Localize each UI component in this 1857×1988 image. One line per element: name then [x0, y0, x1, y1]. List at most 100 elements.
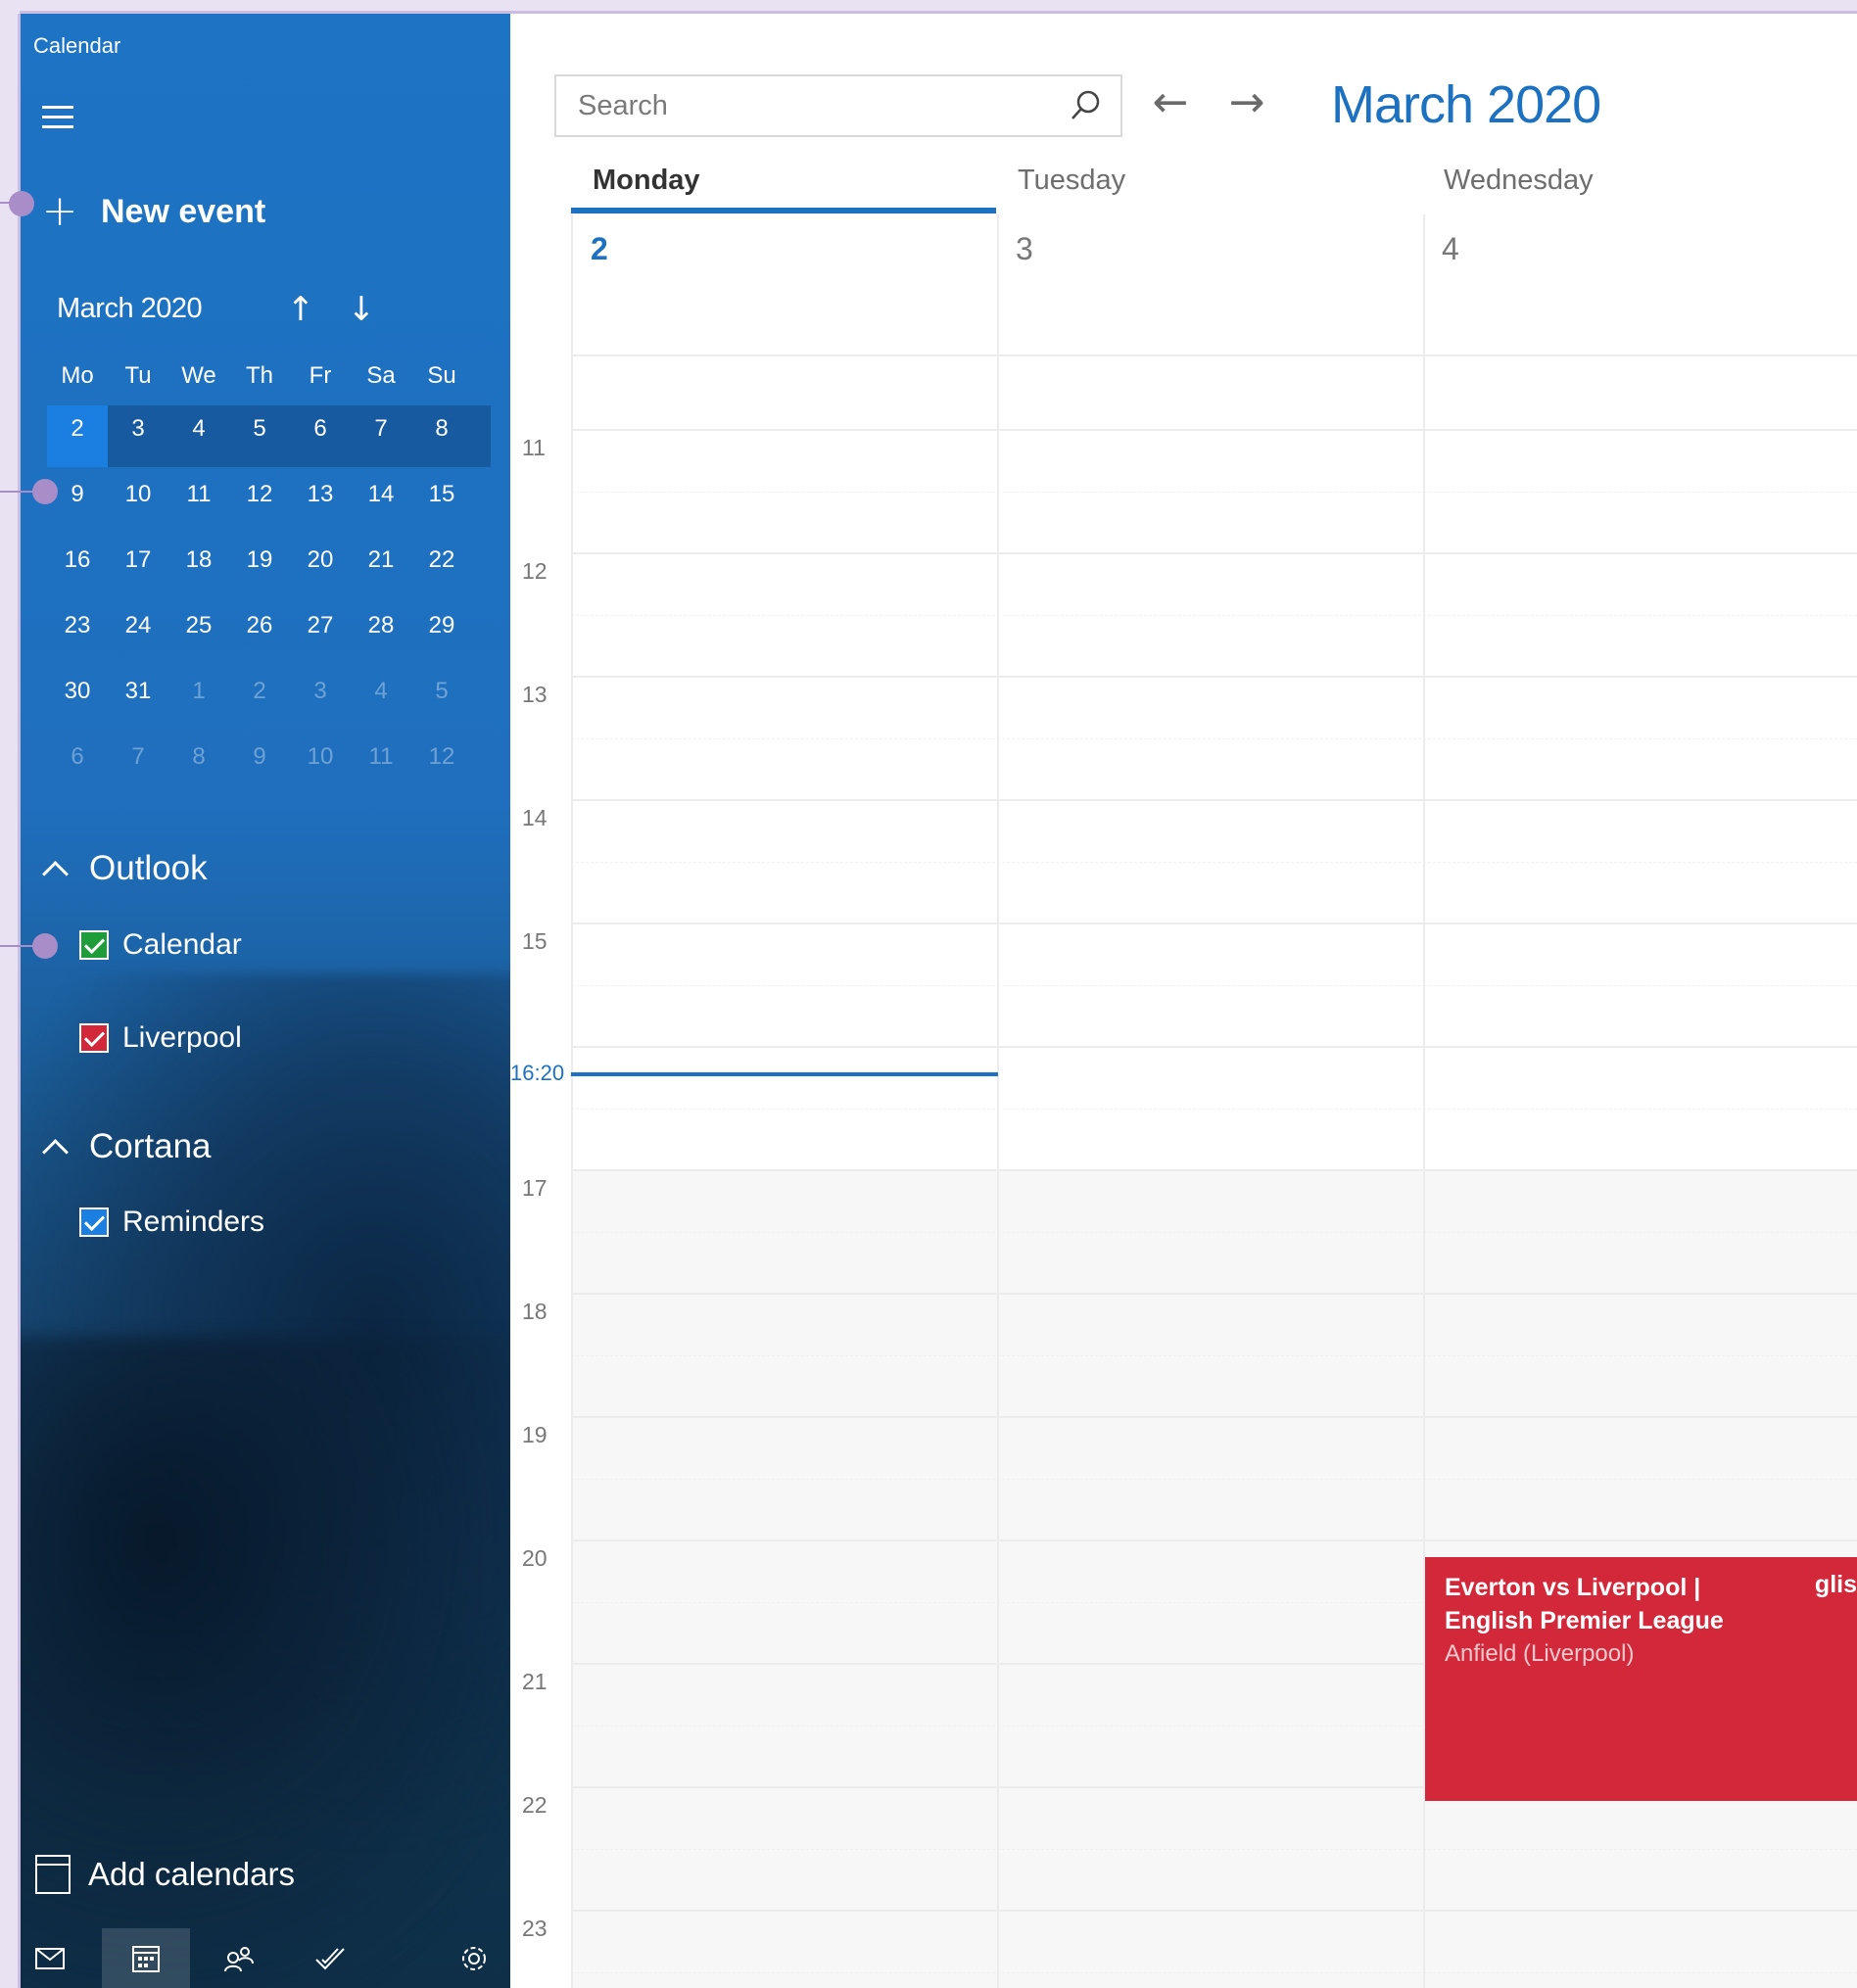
mini-calendar-day[interactable]: 12 [229, 481, 290, 508]
settings-icon[interactable] [445, 1928, 503, 1988]
calendar-item-calendar[interactable]: Calendar [79, 928, 242, 962]
calendar-item-reminders[interactable]: Reminders [79, 1206, 264, 1239]
mini-calendar-day[interactable]: 2 [229, 678, 290, 705]
new-event-button[interactable]: + New event [40, 190, 266, 233]
arrow-down-icon[interactable]: ↓ [342, 290, 381, 329]
group-header-cortana[interactable]: Cortana [38, 1127, 212, 1166]
hour-slot[interactable] [571, 552, 1857, 676]
search-icon[interactable] [1068, 88, 1103, 123]
group-header-outlook[interactable]: Outlook [38, 849, 208, 888]
mail-icon[interactable] [21, 1928, 79, 1988]
checkbox-checked-icon[interactable] [79, 930, 109, 960]
column-divider [571, 214, 573, 1988]
mini-calendar-day[interactable]: 9 [229, 743, 290, 771]
hour-label: 22 [522, 1792, 548, 1818]
mini-calendar-day[interactable]: 8 [411, 415, 472, 443]
hour-slot[interactable] [571, 1169, 1857, 1293]
annotation-line [0, 945, 39, 947]
annotation-line [0, 491, 39, 493]
mini-calendar-day[interactable]: 15 [411, 481, 472, 508]
mini-calendar-day[interactable]: 11 [351, 743, 411, 771]
event-location: Anfield (Liverpool) [1445, 1640, 1635, 1667]
arrow-left-icon[interactable]: ← [1143, 77, 1198, 127]
day-header-wednesday[interactable]: Wednesday [1444, 165, 1594, 197]
mini-calendar-day[interactable]: 22 [411, 546, 472, 574]
mini-calendar-day[interactable]: 10 [108, 481, 168, 508]
mini-calendar-day[interactable]: 29 [411, 612, 472, 639]
mini-calendar-day[interactable]: 14 [351, 481, 411, 508]
hour-slot[interactable] [571, 799, 1857, 923]
mini-calendar-week: 9 10 11 12 13 14 15 [47, 461, 488, 527]
mini-calendar-day[interactable]: 4 [351, 678, 411, 705]
mini-calendar-day[interactable]: 17 [108, 546, 168, 574]
event-card[interactable]: Everton vs Liverpool | English Premier L… [1425, 1557, 1857, 1801]
mini-calendar-day[interactable]: 12 [411, 743, 472, 771]
hour-label: 13 [522, 682, 548, 707]
mini-calendar-day[interactable]: 13 [290, 481, 351, 508]
mini-calendar-day[interactable]: 31 [108, 678, 168, 705]
hour-slot[interactable] [571, 676, 1857, 799]
search-input[interactable]: Search [554, 74, 1122, 137]
mini-calendar-day[interactable]: 6 [290, 415, 351, 443]
mini-calendar-day[interactable]: 4 [168, 415, 229, 443]
todo-icon[interactable] [301, 1928, 359, 1988]
mini-calendar-day[interactable]: 5 [229, 415, 290, 443]
hour-slot[interactable] [571, 429, 1857, 552]
mini-calendar-day[interactable]: 19 [229, 546, 290, 574]
hamburger-menu-icon[interactable] [42, 106, 75, 131]
mini-calendar-day[interactable]: 16 [47, 546, 108, 574]
mini-calendar-day[interactable]: 20 [290, 546, 351, 574]
hour-slot[interactable] [571, 355, 1857, 429]
arrow-right-icon[interactable]: → [1219, 77, 1274, 127]
mini-calendar-day[interactable]: 1 [168, 678, 229, 705]
hour-slot[interactable] [571, 1416, 1857, 1539]
hour-slot[interactable] [571, 1786, 1857, 1910]
column-divider [997, 214, 999, 1988]
mini-calendar-day[interactable]: 26 [229, 612, 290, 639]
hour-slot[interactable] [571, 923, 1857, 1046]
day-header-monday[interactable]: Monday [593, 165, 700, 197]
annotation-dot [9, 191, 34, 216]
people-icon[interactable] [210, 1928, 268, 1988]
calendar-item-label: Reminders [122, 1206, 265, 1238]
mini-calendar-day[interactable]: 18 [168, 546, 229, 574]
hour-label: 11 [522, 435, 546, 460]
mini-calendar-day[interactable]: 8 [168, 743, 229, 771]
mini-calendar-day[interactable]: 5 [411, 678, 472, 705]
mini-calendar-day[interactable]: 28 [351, 612, 411, 639]
hour-slot[interactable] [571, 1910, 1857, 1988]
hour-slot[interactable] [571, 1046, 1857, 1169]
weekday-label: Mo [61, 362, 94, 389]
selected-day-underline [571, 208, 996, 213]
chevron-up-icon [38, 851, 73, 886]
arrow-up-icon[interactable]: ↑ [281, 290, 320, 329]
weekday-label: Tu [124, 362, 152, 389]
bottom-nav-bar [21, 1928, 510, 1988]
mini-calendar-day[interactable]: 7 [351, 415, 411, 443]
mini-calendar-day[interactable]: 2 [47, 415, 108, 443]
hour-slot[interactable] [571, 1293, 1857, 1416]
calendar-item-label: Liverpool [122, 1021, 242, 1054]
mini-calendar-day[interactable]: 30 [47, 678, 108, 705]
mini-calendar-day[interactable]: 11 [168, 481, 229, 508]
mini-calendar-day[interactable]: 3 [108, 415, 168, 443]
calendar-item-liverpool[interactable]: Liverpool [79, 1021, 242, 1055]
mini-calendar-title[interactable]: March 2020 [57, 293, 203, 325]
add-calendars-button[interactable]: Add calendars [35, 1855, 295, 1894]
hour-label: 18 [522, 1299, 548, 1324]
mini-calendar-day[interactable]: 23 [47, 612, 108, 639]
hour-label: 17 [522, 1175, 548, 1201]
checkbox-checked-icon[interactable] [79, 1207, 109, 1237]
mini-calendar-day[interactable]: 7 [108, 743, 168, 771]
day-header-tuesday[interactable]: Tuesday [1018, 165, 1125, 197]
mini-calendar-day[interactable]: 24 [108, 612, 168, 639]
checkbox-checked-icon[interactable] [79, 1023, 109, 1053]
mini-calendar-day[interactable]: 27 [290, 612, 351, 639]
mini-calendar-day[interactable]: 6 [47, 743, 108, 771]
mini-calendar-day[interactable]: 25 [168, 612, 229, 639]
calendar-icon[interactable] [102, 1928, 190, 1988]
mini-calendar-day[interactable]: 21 [351, 546, 411, 574]
mini-calendar-day[interactable]: 3 [290, 678, 351, 705]
mini-calendar-day[interactable]: 10 [290, 743, 351, 771]
hour-label: 14 [522, 805, 548, 830]
